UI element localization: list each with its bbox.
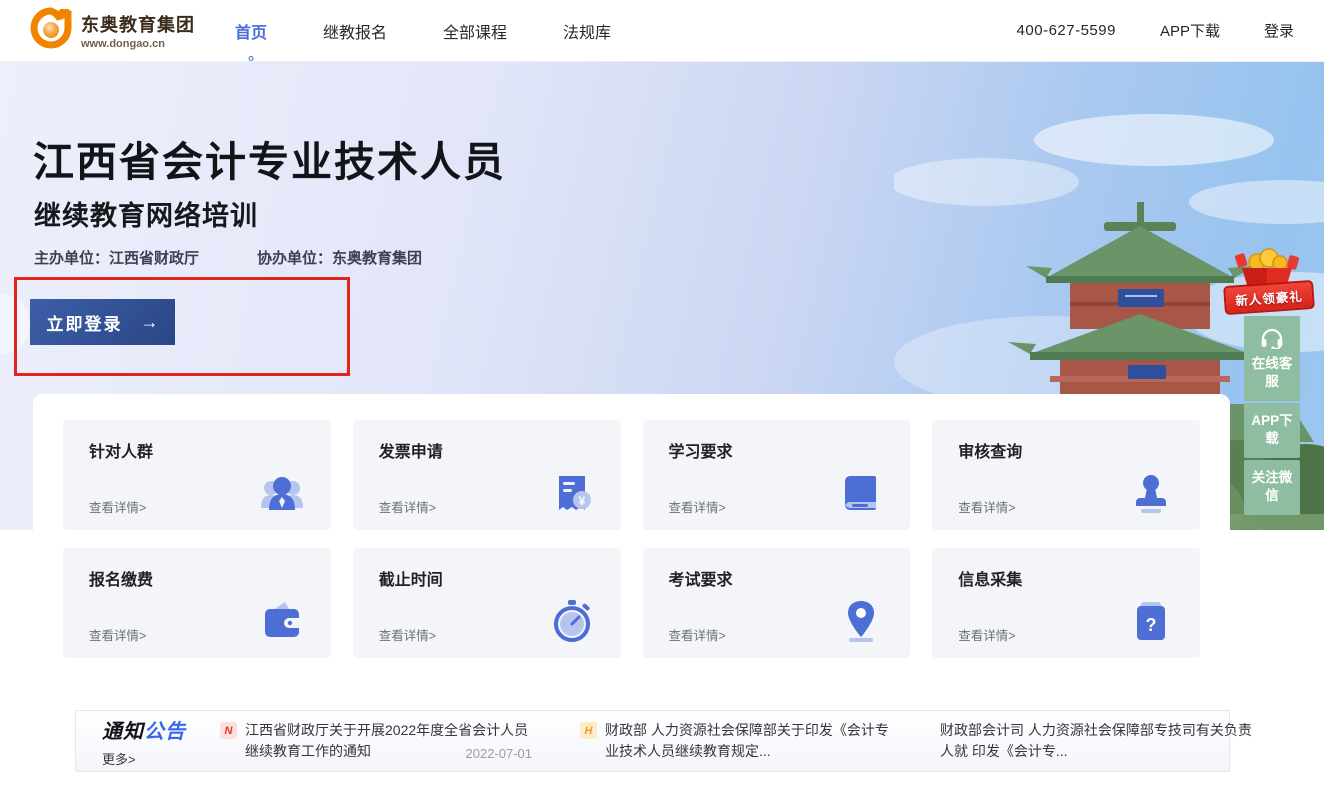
view-details-link[interactable]: 查看详情> (379, 497, 436, 516)
follow-wechat-label: 关注微信 (1252, 470, 1293, 503)
active-indicator-dot (249, 56, 254, 61)
hero-subtitle: 继续教育网络培训 (34, 194, 258, 233)
host-unit: 主办单位：江西省财政厅 (34, 247, 199, 268)
card-grid: 针对人群 查看详情> 发票申请 查看详情> (63, 420, 1200, 658)
svg-text:¥: ¥ (578, 494, 585, 508)
gift-banner-label: 新人领豪礼 (1223, 280, 1315, 315)
header-right: 400-627-5599 APP下载 登录 (1017, 20, 1294, 41)
feature-cards-panel: 针对人群 查看详情> 发票申请 查看详情> (33, 394, 1230, 684)
notice-item[interactable]: N 江西省财政厅关于开展2022年度全省会计人员继续教育工作的通知 2022-0… (220, 720, 538, 762)
hero-title: 江西省会计专业技术人员 (33, 128, 506, 188)
app-download-label: APP下载 (1251, 413, 1292, 446)
login-link[interactable]: 登录 (1264, 20, 1294, 41)
card-title: 学习要求 (669, 438, 885, 462)
card-title: 发票申请 (379, 438, 595, 462)
notice-items: N 江西省财政厅关于开展2022年度全省会计人员继续教育工作的通知 2022-0… (220, 720, 1258, 762)
notice-text: 财政部 人力资源社会保障部关于印发《会计专业技术人员继续教育规定... (605, 720, 898, 762)
card-registration-payment[interactable]: 报名缴费 查看详情> (63, 548, 331, 658)
card-title: 信息采集 (958, 566, 1174, 590)
view-details-link[interactable]: 查看详情> (958, 625, 1015, 644)
view-details-link[interactable]: 查看详情> (379, 625, 436, 644)
notice-brand: 通知公告 更多> (102, 715, 220, 768)
svg-text:?: ? (1146, 615, 1157, 635)
stamp-icon (1128, 470, 1174, 516)
card-title: 报名缴费 (89, 566, 305, 590)
clipboard-question-icon: ? (1128, 598, 1174, 644)
arrow-right-icon: → (141, 312, 159, 333)
view-details-link[interactable]: 查看详情> (669, 497, 726, 516)
nav-item-registration[interactable]: 继教报名 (321, 13, 389, 49)
app-download-button[interactable]: APP下载 (1244, 403, 1300, 458)
view-details-link[interactable]: 查看详情> (89, 497, 146, 516)
view-details-link[interactable]: 查看详情> (958, 497, 1015, 516)
nav-item-regulations[interactable]: 法规库 (561, 13, 613, 49)
service-phone: 400-627-5599 (1017, 22, 1116, 39)
co-unit: 协办单位：东奥教育集团 (257, 247, 422, 268)
stopwatch-icon (549, 598, 595, 644)
notice-item[interactable]: 财政部会计司 人力资源社会保障部专技司有关负责人就 印发《会计专... (940, 720, 1258, 762)
online-service-button[interactable]: 在线客服 (1244, 316, 1300, 401)
app-download-link[interactable]: APP下载 (1160, 20, 1220, 41)
card-target-audience[interactable]: 针对人群 查看详情> (63, 420, 331, 530)
main-nav: 首页 继教报名 全部课程 法规库 (233, 13, 613, 49)
card-title: 考试要求 (669, 566, 885, 590)
header: 东奥教育集团 www.dongao.cn 首页 继教报名 全部课程 法规库 40… (0, 0, 1324, 62)
card-title: 审核查询 (958, 438, 1174, 462)
login-now-button[interactable]: 立即登录 → (30, 299, 175, 345)
follow-wechat-button[interactable]: 关注微信 (1244, 460, 1300, 515)
carousel-arrow-area (0, 294, 30, 354)
new-badge: N (220, 722, 237, 739)
card-deadline[interactable]: 截止时间 查看详情> (353, 548, 621, 658)
logo-url: www.dongao.cn (81, 38, 195, 50)
location-pin-icon (838, 598, 884, 644)
people-icon (259, 470, 305, 516)
card-title: 针对人群 (89, 438, 305, 462)
logo-title: 东奥教育集团 (81, 11, 195, 37)
notice-item[interactable]: H 财政部 人力资源社会保障部关于印发《会计专业技术人员继续教育规定... (580, 720, 898, 762)
page: 东奥教育集团 www.dongao.cn 首页 继教报名 全部课程 法规库 40… (0, 0, 1324, 798)
hero-organizers: 主办单位：江西省财政厅 协办单位：东奥教育集团 (34, 247, 422, 268)
notice-bar: 通知公告 更多> N 江西省财政厅关于开展2022年度全省会计人员继续教育工作的… (75, 710, 1230, 772)
floating-sidebar: 在线客服 APP下载 关注微信 (1244, 316, 1300, 517)
nav-item-home[interactable]: 首页 (233, 13, 269, 49)
newcomer-gift-widget[interactable]: 新人领豪礼 (1224, 246, 1314, 312)
card-info-collection[interactable]: 信息采集 查看详情> ? (932, 548, 1200, 658)
nav-item-courses[interactable]: 全部课程 (441, 13, 509, 49)
card-study-requirements[interactable]: 学习要求 查看详情> (643, 420, 911, 530)
dongao-logo-icon (30, 6, 72, 55)
notice-title: 通知公告 (102, 715, 220, 744)
notice-text: 财政部会计司 人力资源社会保障部专技司有关负责人就 印发《会计专... (940, 720, 1258, 762)
logo[interactable]: 东奥教育集团 www.dongao.cn (30, 6, 195, 55)
hot-badge: H (580, 722, 597, 739)
view-details-link[interactable]: 查看详情> (89, 625, 146, 644)
notice-date: 2022-07-01 (466, 746, 533, 761)
wallet-icon (259, 598, 305, 644)
card-exam-requirements[interactable]: 考试要求 查看详情> (643, 548, 911, 658)
invoice-icon: ¥ (549, 470, 595, 516)
view-details-link[interactable]: 查看详情> (669, 625, 726, 644)
book-icon (838, 470, 884, 516)
notice-more-link[interactable]: 更多> (102, 749, 136, 768)
online-service-label: 在线客服 (1252, 356, 1293, 389)
card-invoice-request[interactable]: 发票申请 查看详情> ¥ (353, 420, 621, 530)
card-review-query[interactable]: 审核查询 查看详情> (932, 420, 1200, 530)
headset-icon (1260, 327, 1284, 349)
card-title: 截止时间 (379, 566, 595, 590)
